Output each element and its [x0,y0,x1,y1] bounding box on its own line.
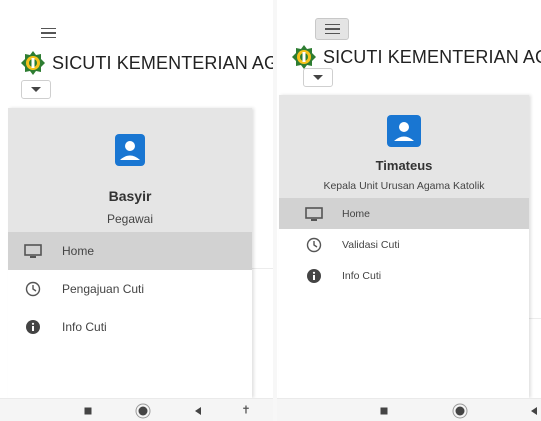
back-icon[interactable] [531,406,537,415]
hamburger-menu-button[interactable] [315,18,349,40]
drawer-menu: Home Validasi Cuti Info Cuti [279,198,529,291]
nav-drawer: Timateus Kepala Unit Urusan Agama Katoli… [279,95,529,398]
page-divider [529,318,541,319]
user-name: Timateus [375,158,433,173]
menu-item-info-cuti[interactable]: Info Cuti [8,308,252,346]
menu-item-label: Info Cuti [342,269,382,282]
monitor-icon [24,243,42,259]
kemenag-logo-icon [292,45,316,69]
menu-item-validasi-cuti[interactable]: Validasi Cuti [279,229,529,260]
menu-item-label: Home [62,244,95,258]
user-role: Pegawai [106,212,154,226]
caret-down-icon [31,87,41,92]
clock-icon [305,237,323,253]
user-avatar-icon [387,115,421,147]
menu-item-home[interactable]: Home [279,198,529,229]
drawer-header: Basyir Pegawai [8,108,252,232]
system-nav-bar [277,398,541,421]
dropdown-toggle[interactable] [21,80,51,99]
info-icon [305,268,323,284]
menu-item-label: Info Cuti [62,320,107,334]
menu-item-label: Validasi Cuti [342,238,400,251]
app-title: SICUTI KEMENTERIAN AGAMA [323,46,541,67]
system-nav-bar: ✝ [0,398,273,421]
back-icon[interactable] [195,406,201,415]
user-avatar-icon [115,134,145,166]
hamburger-menu-button[interactable] [35,24,61,42]
menu-item-home[interactable]: Home [8,232,252,270]
home-icon[interactable] [455,406,465,415]
drawer-menu: Home Pengajuan Cuti Info Cuti [8,232,252,346]
user-role: Kepala Unit Urusan Agama Katolik [323,180,485,192]
app-brand: SICUTI KEMENTERIAN AGAMA [20,50,273,76]
menu-item-label: Home [342,207,371,220]
app-title: SICUTI KEMENTERIAN AGAMA [52,52,273,73]
caret-down-icon [313,75,323,80]
page-divider [252,268,273,269]
recent-apps-icon[interactable] [84,407,92,414]
app-brand: SICUTI KEMENTERIAN AGAMA [291,44,541,70]
left-screen: SICUTI KEMENTERIAN AGAMA Basyir Pegawai … [0,0,273,421]
dropdown-toggle[interactable] [303,68,333,87]
menu-item-pengajuan-cuti[interactable]: Pengajuan Cuti [8,270,252,308]
home-icon[interactable] [138,406,148,415]
user-name: Basyir [108,188,152,204]
right-screen: SICUTI KEMENTERIAN AGAMA Timateus Kepala… [277,0,541,421]
monitor-icon [305,206,323,222]
kemenag-logo-icon [21,51,45,75]
drawer-header: Timateus Kepala Unit Urusan Agama Katoli… [279,95,529,198]
accessibility-icon[interactable]: ✝ [241,405,250,416]
menu-item-info-cuti[interactable]: Info Cuti [279,260,529,291]
clock-icon [24,281,42,297]
nav-drawer: Basyir Pegawai Home Pengajuan Cuti Info … [8,108,252,398]
info-icon [24,319,42,335]
recent-apps-icon[interactable] [380,407,388,414]
menu-item-label: Pengajuan Cuti [62,282,145,296]
